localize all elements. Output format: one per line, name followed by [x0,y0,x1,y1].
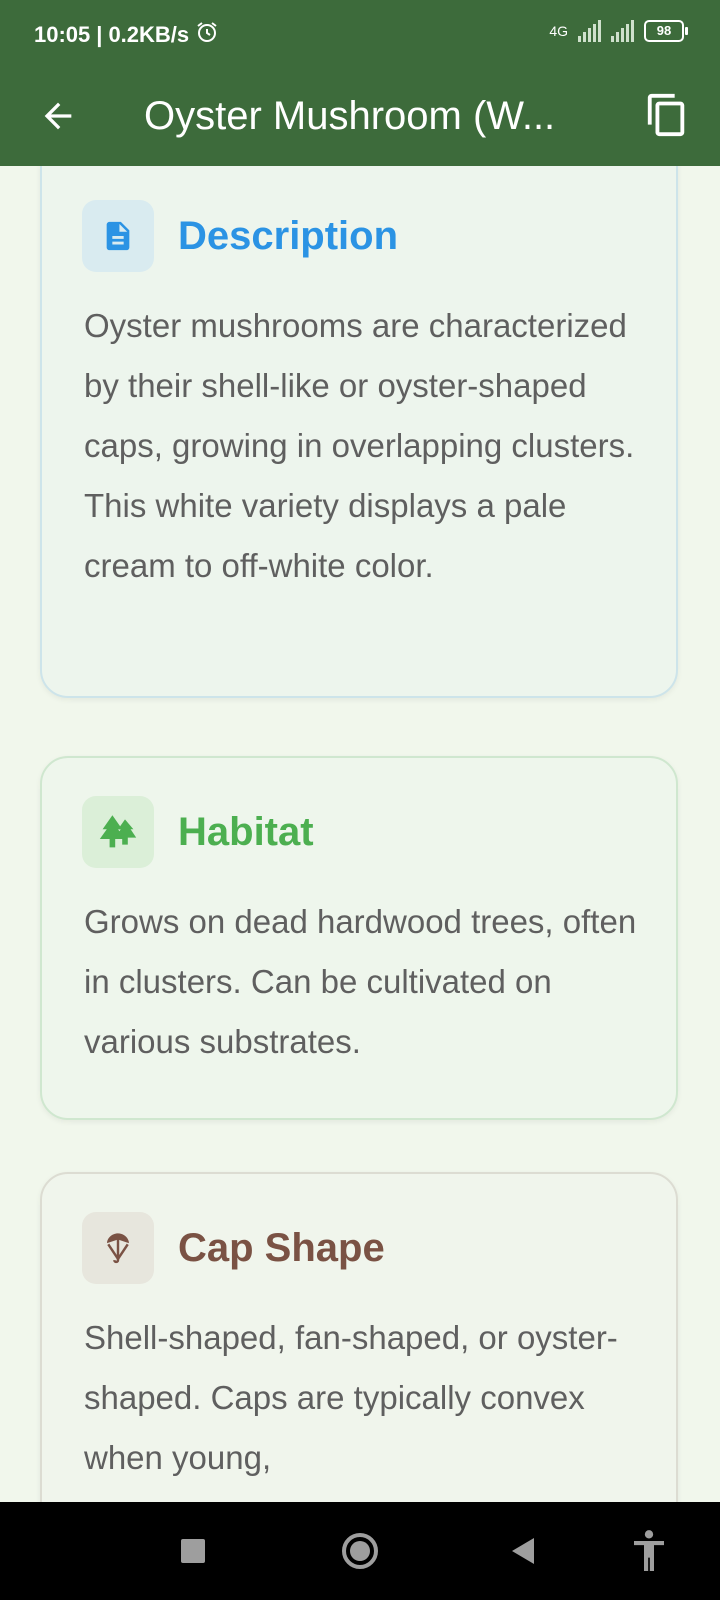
back-nav-button[interactable] [498,1526,548,1576]
description-text: Oyster mushrooms are characterized by th… [84,307,635,584]
home-button[interactable] [335,1526,385,1576]
habitat-header: Habitat [82,796,314,868]
battery-icon: 98 [644,20,688,42]
copy-button[interactable] [636,84,698,146]
cap-shape-title: Cap Shape [178,1225,385,1270]
habitat-title: Habitat [178,809,314,854]
arrow-left-icon [44,102,72,130]
battery-level: 98 [656,23,672,38]
back-button[interactable] [28,86,88,146]
description-header: Description [82,200,398,272]
alarm-icon [195,20,219,50]
status-time: 10:05 [34,22,91,47]
status-bar: 10:05 | 0.2KB/s 4G 98 [0,0,720,68]
content-scroll[interactable]: Description Oyster mushrooms are charact… [0,166,720,1502]
accessibility-button[interactable] [624,1526,674,1576]
status-left: 10:05 | 0.2KB/s [34,20,219,50]
circle-icon [342,1533,378,1569]
status-right: 4G 98 [549,20,688,42]
status-separator: | [96,22,103,47]
accessibility-icon [634,1530,664,1571]
square-icon [181,1539,205,1563]
status-speed: 0.2KB/s [108,22,190,47]
cap-shape-text: Shell-shaped, fan-shaped, or oyster-shap… [84,1319,618,1476]
copy-icon [647,93,685,137]
page-title: Oyster Mushroom (W... [144,94,556,138]
cap-shape-header: Cap Shape [82,1212,385,1284]
app-bar: Oyster Mushroom (W... [0,68,720,166]
navigation-bar [0,1502,720,1600]
trees-icon [82,796,154,868]
description-card: Description Oyster mushrooms are charact… [40,166,678,698]
umbrella-icon [82,1212,154,1284]
habitat-text: Grows on dead hardwood trees, often in c… [84,903,637,1060]
cap-shape-card: Cap Shape Shell-shaped, fan-shaped, or o… [40,1172,678,1502]
recent-apps-button[interactable] [168,1526,218,1576]
network-type-label: 4G [549,23,568,39]
habitat-card: Habitat Grows on dead hardwood trees, of… [40,756,678,1120]
document-icon [82,200,154,272]
description-title: Description [178,213,399,258]
signal-2-icon [611,20,634,42]
triangle-back-icon [512,1538,534,1564]
signal-1-icon [578,20,601,42]
